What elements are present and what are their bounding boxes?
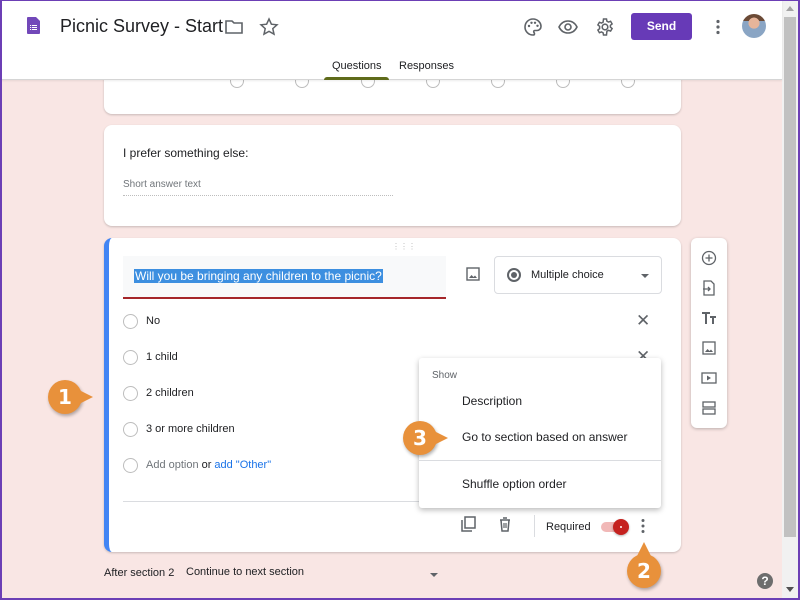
- add-option-label: Add option or add "Other": [146, 459, 271, 471]
- send-button[interactable]: Send: [631, 13, 692, 40]
- option-label[interactable]: 1 child: [146, 351, 178, 363]
- drag-handle-icon[interactable]: ⋮⋮⋮: [392, 242, 416, 251]
- palette-icon[interactable]: [523, 17, 543, 37]
- more-options-icon[interactable]: [641, 518, 645, 534]
- callout-2: 2: [627, 542, 661, 588]
- duplicate-icon[interactable]: [460, 516, 476, 532]
- option-label[interactable]: No: [146, 315, 160, 327]
- radio-icon: [123, 350, 138, 365]
- callout-1: 1: [48, 380, 93, 414]
- caret-down-icon[interactable]: [430, 573, 438, 577]
- menu-item-description[interactable]: Description: [419, 386, 661, 416]
- footer-separator: [534, 515, 535, 537]
- radio-button-icon: [507, 268, 521, 282]
- menu-separator: [419, 460, 661, 461]
- folder-icon[interactable]: [224, 17, 244, 37]
- scroll-up-icon[interactable]: [786, 6, 794, 11]
- radio-icon: [123, 458, 138, 473]
- add-other-link[interactable]: add "Other": [214, 459, 271, 471]
- scroll-down-icon[interactable]: [786, 587, 794, 592]
- or-text: or: [201, 459, 212, 471]
- add-video-icon[interactable]: [701, 370, 717, 386]
- add-section-icon[interactable]: [701, 400, 717, 416]
- question-title: I prefer something else:: [123, 146, 249, 160]
- divider: [123, 501, 423, 502]
- option-row[interactable]: No ✕: [123, 311, 663, 332]
- active-tab-indicator: [324, 77, 389, 80]
- tab-responses[interactable]: Responses: [399, 60, 454, 72]
- question-title-text[interactable]: Will you be bringing any children to the…: [134, 269, 383, 283]
- radio-icon: [123, 386, 138, 401]
- short-answer-placeholder: Short answer text: [123, 179, 393, 196]
- menu-item-label: Go to section based on answer: [462, 430, 628, 444]
- menu-item-label: Shuffle option order: [462, 477, 567, 491]
- import-questions-icon[interactable]: [701, 280, 717, 296]
- add-image-icon[interactable]: [466, 267, 480, 281]
- menu-item-label: Description: [462, 394, 523, 408]
- form-title[interactable]: Picnic Survey - Start: [60, 16, 223, 37]
- side-toolbar: [691, 238, 727, 428]
- scrollbar[interactable]: [782, 0, 798, 600]
- eye-icon[interactable]: [558, 17, 578, 37]
- forms-doc-icon[interactable]: [27, 17, 40, 34]
- add-option-link[interactable]: Add option: [146, 459, 199, 471]
- menu-item-go-to-section[interactable]: Go to section based on answer: [419, 422, 661, 452]
- question-card-something-else[interactable]: I prefer something else: Short answer te…: [104, 125, 681, 226]
- add-image-icon[interactable]: [701, 340, 717, 356]
- app-header: Picnic Survey - Start Send Questions Res…: [0, 0, 782, 80]
- more-options-menu: Show Description Go to section based on …: [419, 358, 661, 508]
- more-vert-icon[interactable]: [708, 17, 728, 37]
- callout-3: 3: [403, 421, 448, 455]
- delete-icon[interactable]: [497, 516, 513, 532]
- radio-icon: [123, 422, 138, 437]
- option-label[interactable]: 2 children: [146, 387, 194, 399]
- tab-questions[interactable]: Questions: [332, 60, 382, 72]
- gear-icon[interactable]: [595, 17, 615, 37]
- star-icon[interactable]: [259, 17, 279, 37]
- after-section-label: After section 2: [104, 567, 175, 579]
- caret-down-icon: [641, 274, 649, 278]
- scroll-thumb[interactable]: [784, 17, 796, 537]
- required-toggle-thumb[interactable]: [613, 519, 629, 535]
- add-question-icon[interactable]: [701, 250, 717, 266]
- user-avatar[interactable]: [742, 14, 766, 38]
- radio-icon: [123, 314, 138, 329]
- required-label: Required: [546, 521, 591, 533]
- add-title-icon[interactable]: [701, 310, 717, 326]
- after-section-dropdown[interactable]: Continue to next section: [186, 566, 304, 578]
- remove-option-icon[interactable]: ✕: [636, 311, 650, 331]
- option-label[interactable]: 3 or more children: [146, 423, 235, 435]
- question-type-dropdown[interactable]: Multiple choice: [494, 256, 662, 294]
- question-title-input[interactable]: Will you be bringing any children to the…: [123, 256, 446, 299]
- menu-heading: Show: [432, 370, 458, 381]
- question-type-label: Multiple choice: [531, 269, 604, 281]
- menu-item-shuffle[interactable]: Shuffle option order: [419, 469, 661, 499]
- help-icon[interactable]: ?: [757, 573, 773, 589]
